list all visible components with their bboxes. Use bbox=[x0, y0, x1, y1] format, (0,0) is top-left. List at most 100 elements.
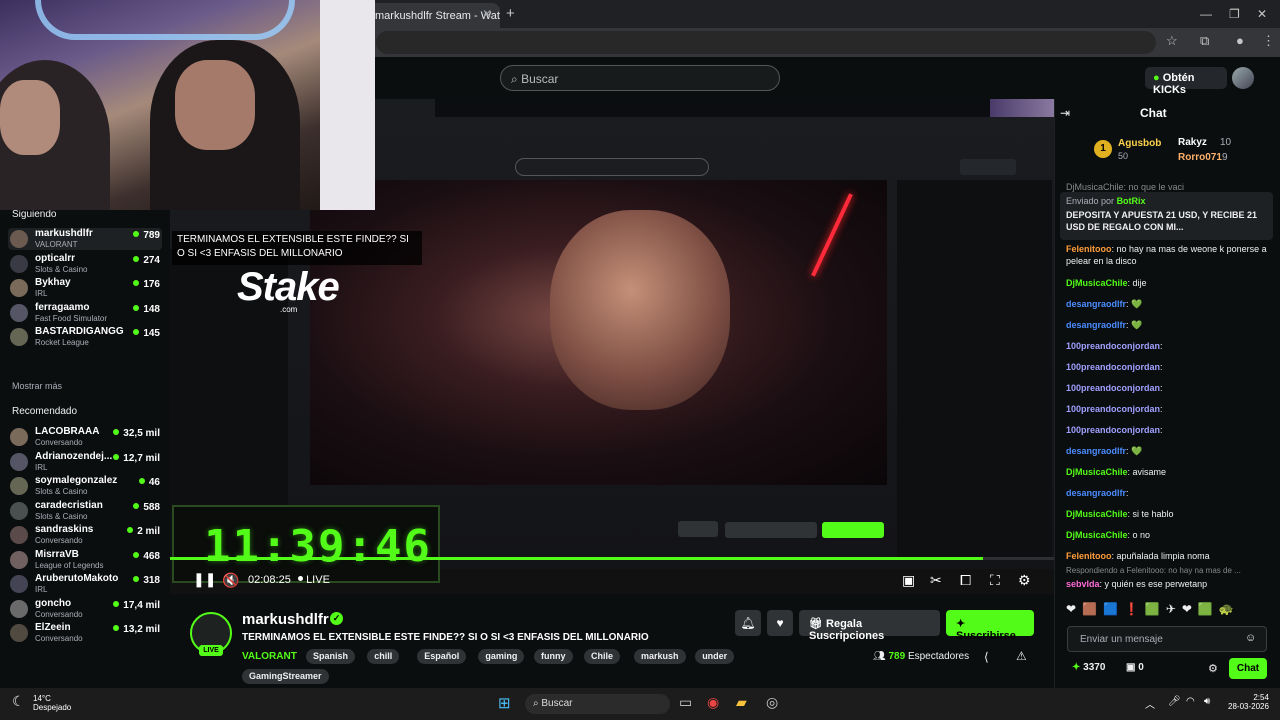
chat-username[interactable]: 100preandoconjordan bbox=[1066, 425, 1160, 435]
stream-tag[interactable]: GamingStreamer bbox=[242, 669, 329, 684]
captured-button bbox=[678, 521, 718, 537]
chat-username[interactable]: 100preandoconjordan bbox=[1066, 383, 1160, 393]
chat-message: desangraodlfr: 💚 bbox=[1066, 299, 1143, 309]
channel-name: LACOBRAAA bbox=[35, 426, 100, 437]
new-tab-button[interactable]: + bbox=[506, 5, 515, 22]
sidebar-channel[interactable]: ElZeein Conversando 13,2 mil bbox=[8, 622, 162, 644]
points-display[interactable]: ✦ 3370 bbox=[1072, 662, 1105, 673]
category-link[interactable]: VALORANT bbox=[242, 651, 297, 662]
chat-username[interactable]: desangraodlfr bbox=[1066, 488, 1126, 498]
chat-username[interactable]: Felenitooo bbox=[1066, 244, 1112, 254]
file-explorer-icon[interactable]: ▰ bbox=[736, 694, 747, 711]
show-more-link[interactable]: Mostrar más bbox=[12, 381, 62, 391]
browser-tab[interactable]: markushdlfr Stream - Watch Li... bbox=[365, 3, 500, 28]
chat-username[interactable]: DjMusicaChile bbox=[1066, 278, 1128, 288]
weather-widget[interactable]: 14°C Despejado bbox=[33, 694, 71, 712]
follow-heart-icon[interactable]: ♥ bbox=[767, 610, 793, 636]
share-icon[interactable]: ⟨ bbox=[984, 650, 989, 664]
chat-input[interactable]: Enviar un mensaje bbox=[1067, 626, 1267, 652]
stream-tag[interactable]: Spanish bbox=[306, 649, 356, 664]
chat-username[interactable]: Felenitooo bbox=[1066, 551, 1112, 561]
stream-tag[interactable]: markush bbox=[634, 649, 686, 664]
get-kicks-button[interactable]: ● Obtén KICKs bbox=[1145, 67, 1227, 96]
chat-username[interactable]: DjMusicaChile bbox=[1066, 530, 1128, 540]
close-window-icon[interactable]: ✕ bbox=[1257, 7, 1267, 21]
app-icon[interactable]: ◎ bbox=[766, 694, 778, 711]
sidebar-channel[interactable]: BASTARDIGANGG Rocket League 145 bbox=[8, 326, 162, 348]
chat-username[interactable]: DjMusicaChile bbox=[1066, 467, 1128, 477]
chat-username[interactable]: DjMusicaChile bbox=[1066, 509, 1128, 519]
stream-tag[interactable]: gaming bbox=[478, 649, 525, 664]
chat-username[interactable]: desangraodlfr bbox=[1066, 446, 1126, 456]
pinned-message[interactable]: Enviado por BotRix DEPOSITA Y APUESTA 21… bbox=[1060, 192, 1273, 240]
chat-username[interactable]: 100preandoconjordan bbox=[1066, 404, 1160, 414]
pip-icon[interactable]: ⧠ bbox=[960, 572, 971, 589]
kicks-display[interactable]: ▣ 0 bbox=[1126, 662, 1144, 673]
chat-settings-icon[interactable]: ⚙ bbox=[1208, 662, 1218, 675]
report-icon[interactable]: ⚠ bbox=[1016, 649, 1027, 663]
notification-bell-icon[interactable]: 🔔︎ bbox=[735, 610, 761, 636]
chat-username[interactable]: 100preandoconjordan bbox=[1066, 362, 1160, 372]
channel-viewers: 176 bbox=[133, 279, 160, 290]
maximize-icon[interactable]: ❐ bbox=[1229, 7, 1240, 21]
chat-username[interactable]: desangraodlfr bbox=[1066, 320, 1126, 330]
emoji-icon[interactable]: ☺ bbox=[1245, 632, 1256, 644]
stream-tag[interactable]: under bbox=[695, 649, 735, 664]
progress-bar[interactable] bbox=[170, 557, 1054, 560]
search-input[interactable]: ⌕ Buscar bbox=[500, 65, 780, 91]
system-clock[interactable]: 2:54 28-03-2026 bbox=[1228, 693, 1269, 711]
chrome-icon[interactable]: ◉ bbox=[707, 694, 719, 711]
fullscreen-icon[interactable]: ⛶ bbox=[990, 572, 1000, 589]
sidebar-channel[interactable]: sandraskins Conversando 2 mil bbox=[8, 524, 162, 546]
minimize-icon[interactable]: — bbox=[1200, 7, 1212, 21]
stream-tag[interactable]: Español bbox=[417, 649, 467, 664]
close-tab-icon[interactable]: ✕ bbox=[482, 7, 492, 21]
volume-icon[interactable]: 🔊︎ bbox=[1204, 696, 1210, 707]
streamer-name[interactable]: markushdlfr bbox=[242, 611, 329, 628]
emote-bar[interactable]: ❤🟫🟦❗🟩✈❤🟩🐢 bbox=[1066, 602, 1271, 618]
collapse-chat-icon[interactable]: ⇥ bbox=[1060, 106, 1070, 120]
sidebar-channel[interactable]: caradecristian Slots & Casino 588 bbox=[8, 500, 162, 522]
gift-subs-button[interactable]: 🎁︎ Regala Suscripciones bbox=[799, 610, 940, 642]
theater-icon[interactable]: ▣ bbox=[902, 572, 915, 589]
stream-tag[interactable]: chill bbox=[367, 649, 400, 664]
sidebar-channel[interactable]: Adrianozendej... IRL 12,7 mil bbox=[8, 451, 162, 473]
send-chat-button[interactable]: Chat bbox=[1229, 658, 1267, 679]
url-field[interactable] bbox=[376, 31, 1156, 54]
start-icon[interactable]: ⊞ bbox=[498, 694, 511, 712]
taskbar-search[interactable]: ⌕ Buscar bbox=[525, 694, 670, 714]
sidebar-channel[interactable]: ferragaamo Fast Food Simulator 148 bbox=[8, 302, 162, 324]
sidebar-channel[interactable]: opticalrr Slots & Casino 274 bbox=[8, 253, 162, 275]
sidebar-channel[interactable]: Bykhay IRL 176 bbox=[8, 277, 162, 299]
microphone-icon[interactable]: 🎤︎ bbox=[1168, 696, 1181, 707]
top-gifter-1-value: 50 bbox=[1118, 151, 1129, 161]
chat-username[interactable]: 100preandoconjordan bbox=[1066, 341, 1160, 351]
settings-icon[interactable]: ⚙ bbox=[1018, 572, 1031, 589]
task-view-icon[interactable]: ▭ bbox=[679, 694, 692, 711]
bookmark-star-icon[interactable]: ☆ bbox=[1166, 33, 1178, 49]
chat-text: 💚 bbox=[1131, 446, 1143, 456]
chat-message: 100preandoconjordan: bbox=[1066, 425, 1163, 435]
sidebar-channel[interactable]: LACOBRAAA Conversando 32,5 mil bbox=[8, 426, 162, 448]
sidebar-channel[interactable]: soymalegonzalez Slots & Casino 46 bbox=[8, 475, 162, 497]
chat-message: DjMusicaChile: dije bbox=[1066, 278, 1147, 288]
tray-arrow-icon[interactable]: ︿ bbox=[1145, 696, 1155, 711]
sidebar-channel[interactable]: AruberutoMakoto IRL 318 bbox=[8, 573, 162, 595]
stream-tag[interactable]: Chile bbox=[584, 649, 621, 664]
profile-icon[interactable]: ● bbox=[1236, 33, 1244, 48]
wifi-icon[interactable]: ◠ bbox=[1186, 696, 1195, 707]
sidebar-channel[interactable]: MisrraVB League of Legends 468 bbox=[8, 549, 162, 571]
pause-icon[interactable]: ❚❚ bbox=[193, 571, 216, 588]
stream-tag[interactable]: funny bbox=[534, 649, 573, 664]
user-avatar[interactable] bbox=[1232, 67, 1254, 89]
sidebar-channel[interactable]: markushdlfr VALORANT 789 bbox=[8, 228, 162, 250]
subscribe-button[interactable]: ✦ Suscribirse bbox=[946, 610, 1034, 642]
channel-category: IRL bbox=[35, 289, 48, 298]
menu-icon[interactable]: ⋮ bbox=[1262, 33, 1275, 49]
extensions-icon[interactable]: ⧉ bbox=[1200, 33, 1209, 49]
clip-icon[interactable]: ✂ bbox=[930, 572, 942, 589]
progress-fill bbox=[170, 557, 984, 560]
chat-username[interactable]: desangraodlfr bbox=[1066, 299, 1126, 309]
mute-icon[interactable]: 🔇 bbox=[222, 572, 239, 589]
sidebar-channel[interactable]: goncho Conversando 17,4 mil bbox=[8, 598, 162, 620]
